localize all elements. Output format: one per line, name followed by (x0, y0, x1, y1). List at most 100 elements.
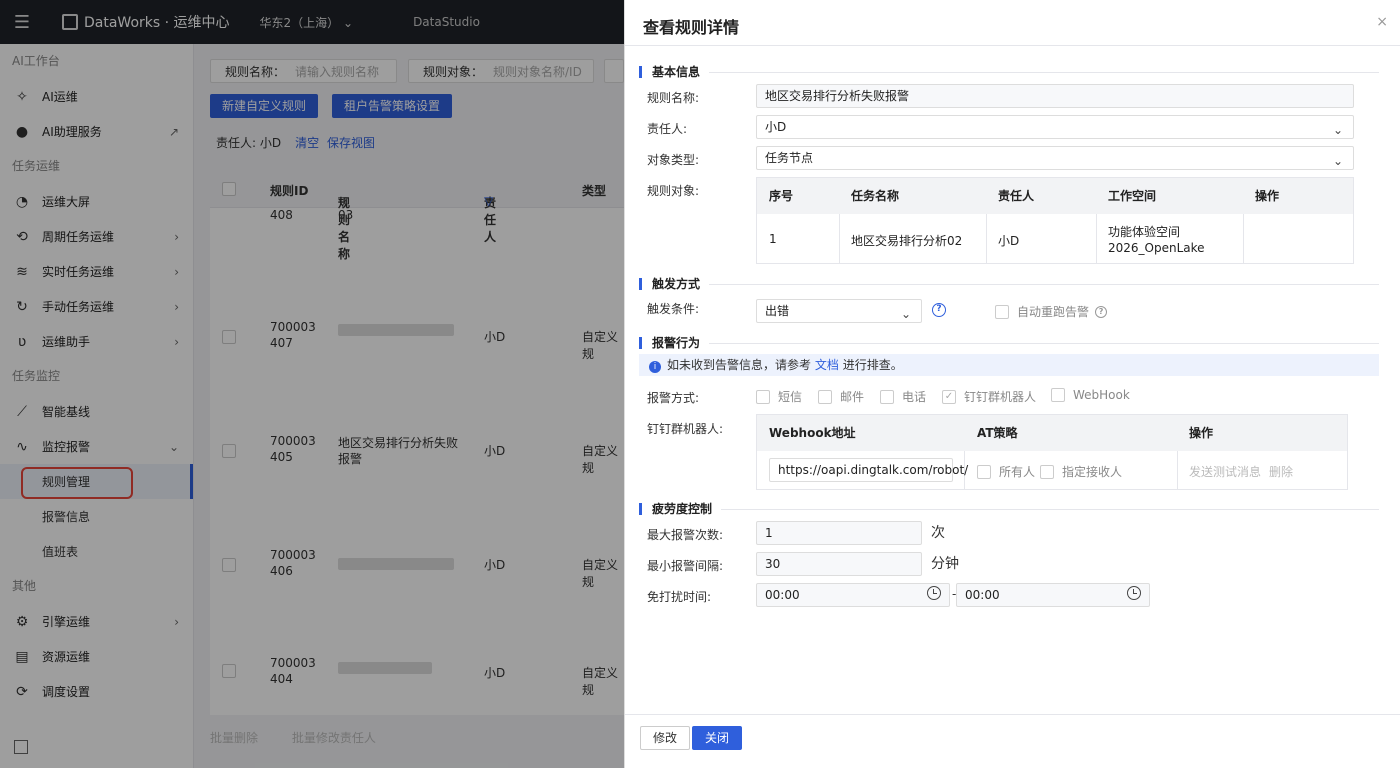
info-banner: i 如未收到告警信息，请参考 文档 进行排查。 (639, 354, 1379, 376)
checkbox-box (1051, 388, 1065, 402)
object-type-label: 对象类型: (647, 153, 700, 167)
at-some-checkbox[interactable]: 指定接收人 (1040, 463, 1122, 480)
divider (1096, 214, 1097, 263)
section-basic: 基本信息 (639, 66, 700, 78)
divider (709, 72, 1379, 73)
info-icon: i (649, 361, 661, 373)
close-icon[interactable]: × (1376, 14, 1388, 30)
check-icon: ✓ (942, 389, 956, 404)
rule-name-field[interactable]: 地区交易排行分析失败报警 (756, 84, 1354, 108)
cell-task: 地区交易排行分析02 (851, 234, 963, 248)
mail-checkbox[interactable]: 邮件 (818, 388, 864, 405)
robot-table: Webhook地址 AT策略 操作 https://oapi.dingtalk.… (756, 414, 1348, 490)
owner-value: 小D (765, 120, 787, 134)
col-webhook: Webhook地址 (769, 426, 856, 440)
webhook-checkbox[interactable]: WebHook (1051, 388, 1130, 402)
divider (709, 343, 1379, 344)
checkbox-box (977, 464, 991, 479)
trigger-condition-label: 触发条件: (647, 302, 700, 316)
at-all-label: 所有人 (999, 465, 1036, 479)
section-action: 报警行为 (639, 337, 700, 349)
col-op: 操作 (1189, 426, 1214, 440)
section-fatigue: 疲劳度控制 (639, 503, 712, 515)
at-some-label: 指定接收人 (1062, 465, 1123, 479)
min-interval-field[interactable]: 30 (756, 552, 922, 576)
send-test-link[interactable]: 发送测试消息 (1189, 463, 1261, 480)
checkbox-box (818, 389, 832, 404)
dingtalk-label: 钉钉群机器人 (964, 390, 1037, 404)
robot-label: 钉钉群机器人: (647, 422, 724, 436)
phone-label: 电话 (902, 390, 927, 404)
min-interval-unit: 分钟 (931, 556, 959, 572)
webhook-label: WebHook (1073, 388, 1130, 402)
col-task: 任务名称 (851, 189, 900, 203)
close-button[interactable]: 关闭 (692, 726, 743, 750)
rule-name-label: 规则名称: (647, 91, 700, 105)
col-op: 操作 (1255, 189, 1280, 203)
dnd-label: 免打扰时间: (647, 590, 712, 604)
trigger-condition-value: 出错 (765, 304, 790, 318)
checkbox-box (880, 389, 894, 404)
dnd-end-field[interactable]: 00:00 (956, 583, 1150, 607)
doc-link[interactable]: 文档 (815, 358, 839, 372)
chevron-down-icon: ⌄ (900, 307, 911, 321)
info-text-2: 进行排查。 (842, 358, 903, 372)
checkbox-box (1040, 464, 1054, 479)
owner-label: 责任人: (647, 122, 688, 136)
chevron-down-icon: ⌄ (1332, 154, 1343, 168)
chevron-down-icon: ⌄ (1332, 123, 1343, 137)
dingtalk-checkbox[interactable]: ✓ 钉钉群机器人 (942, 388, 1036, 405)
col-workspace: 工作空间 (1108, 189, 1157, 203)
owner-select[interactable]: 小D ⌄ (756, 115, 1354, 139)
help-icon[interactable]: ? (1095, 305, 1108, 318)
webhook-url-field[interactable]: https://oapi.dingtalk.com/robot/ (769, 458, 968, 482)
max-count-field[interactable]: 1 (756, 521, 922, 545)
section-trigger: 触发方式 (639, 278, 700, 290)
drawer-header: 查看规则详情 × (625, 0, 1400, 46)
divider (1243, 214, 1244, 263)
sms-checkbox[interactable]: 短信 (756, 388, 802, 405)
trigger-condition-select[interactable]: 出错 ⌄ (756, 299, 922, 323)
rule-detail-drawer: 查看规则详情 × 基本信息 规则名称: 地区交易排行分析失败报警 责任人: 小D… (624, 0, 1400, 768)
checkbox-box (995, 304, 1009, 319)
max-count-unit: 次 (931, 525, 945, 541)
divider (721, 509, 1379, 510)
at-all-checkbox[interactable]: 所有人 (977, 463, 1035, 480)
divider (839, 214, 840, 263)
phone-checkbox[interactable]: 电话 (880, 388, 926, 405)
auto-rerun-label: 自动重跑告警 (1017, 305, 1090, 319)
dnd-end-value: 00:00 (965, 588, 1000, 602)
divider (986, 214, 987, 263)
col-owner: 责任人 (998, 189, 1035, 203)
min-interval-label: 最小报警间隔: (647, 559, 724, 573)
dnd-start-field[interactable]: 00:00 (756, 583, 950, 607)
drawer-title: 查看规则详情 (643, 18, 740, 37)
method-label: 报警方式: (647, 391, 700, 405)
cell-workspace: 功能体验空间 (1108, 225, 1181, 239)
col-at: AT策略 (977, 426, 1018, 440)
delete-link[interactable]: 删除 (1269, 463, 1293, 480)
divider (709, 284, 1379, 285)
mail-label: 邮件 (840, 390, 865, 404)
col-no: 序号 (769, 189, 794, 203)
cell-workspace-2: 2026_OpenLake (1108, 241, 1205, 255)
cell-owner: 小D (998, 234, 1020, 248)
object-type-select[interactable]: 任务节点 ⌄ (756, 146, 1354, 170)
info-text: 如未收到告警信息，请参考 (667, 358, 812, 372)
modal-overlay[interactable] (0, 0, 624, 768)
clock-icon (1127, 586, 1141, 600)
checkbox-box (756, 389, 770, 404)
clock-icon (927, 586, 941, 600)
max-count-label: 最大报警次数: (647, 528, 724, 542)
drawer-footer-divider (625, 714, 1400, 715)
help-icon[interactable]: ? (932, 303, 946, 317)
edit-button[interactable]: 修改 (640, 726, 691, 750)
divider (1177, 451, 1178, 489)
auto-rerun-checkbox[interactable]: 自动重跑告警? (995, 303, 1108, 320)
dnd-start-value: 00:00 (765, 588, 800, 602)
rule-object-label: 规则对象: (647, 184, 700, 198)
object-type-value: 任务节点 (765, 151, 814, 165)
cell-no: 1 (769, 232, 777, 246)
sms-label: 短信 (778, 390, 803, 404)
rule-object-table: 序号 任务名称 责任人 工作空间 操作 1 地区交易排行分析02 小D 功能体验… (756, 177, 1354, 264)
